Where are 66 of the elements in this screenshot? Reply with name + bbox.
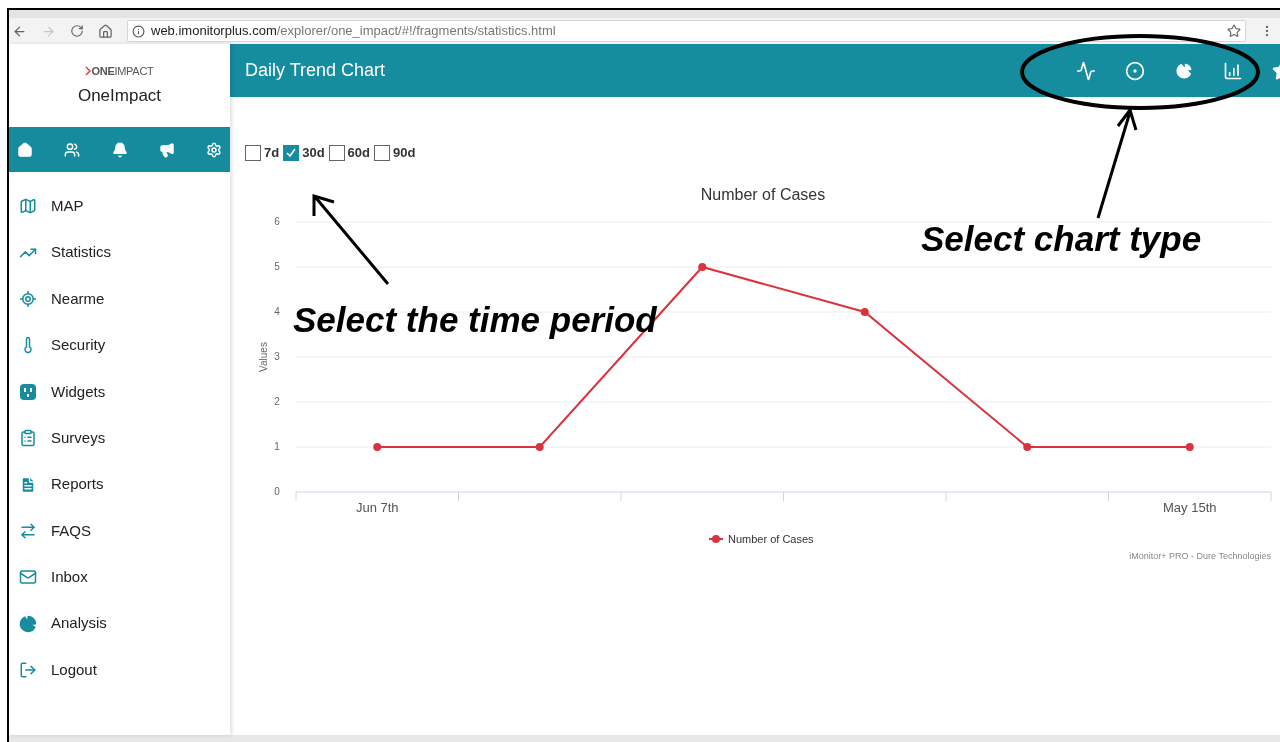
address-bar[interactable]: web.imonitorplus.com/explorer/one_impact/#!/fragments/statistics.html — [127, 20, 1246, 42]
outlet-icon — [19, 382, 37, 401]
logout-icon — [19, 661, 37, 680]
y-tick-label: 6 — [274, 215, 280, 227]
target-icon — [19, 289, 37, 308]
users-icon[interactable] — [64, 141, 81, 158]
period-checkbox[interactable]: 7d — [245, 143, 280, 163]
sidebar-item[interactable]: Surveys — [9, 414, 230, 462]
document-icon — [19, 475, 37, 494]
info-icon — [132, 24, 145, 38]
bell-icon[interactable] — [111, 141, 128, 158]
arrows-icon — [19, 521, 37, 540]
reload-icon[interactable] — [70, 24, 84, 38]
annotation-text: Select the time period — [293, 299, 657, 341]
bookmark-icon[interactable] — [1227, 24, 1241, 38]
sidebar-item[interactable]: Security — [9, 322, 230, 369]
legend-marker — [708, 534, 724, 543]
y-tick-label: 2 — [274, 395, 280, 407]
sidebar-item[interactable]: MAP — [9, 183, 230, 230]
data-point — [373, 442, 382, 451]
logo-text: ONEIMPACT — [91, 63, 154, 79]
sidebar-item[interactable]: FAQS — [9, 507, 230, 555]
y-tick-label: 3 — [274, 350, 280, 362]
app-name: OneImpact — [77, 85, 162, 107]
megaphone-icon[interactable] — [158, 141, 175, 158]
sidebar-item[interactable]: Statistics — [9, 229, 230, 276]
annotation-text: Select chart type — [921, 218, 1202, 260]
y-tick-label: 1 — [274, 440, 280, 452]
period-checkbox[interactable]: 60d — [328, 143, 370, 163]
chart-title: Number of Cases — [700, 185, 826, 203]
sidebar-item[interactable]: Inbox — [9, 554, 230, 601]
y-tick-label: 4 — [274, 305, 280, 317]
pie-chart-icon[interactable] — [1174, 60, 1194, 81]
url-text: web.imonitorplus.com/explorer/one_impact/#!/fragments/statistics.html — [151, 22, 556, 41]
legend-label: Number of Cases — [728, 532, 814, 545]
pie-chart-icon — [19, 614, 37, 633]
back-icon[interactable] — [12, 23, 27, 39]
data-point — [1185, 442, 1194, 451]
check-icon — [285, 146, 298, 159]
data-point — [1023, 442, 1032, 451]
line-chart-icon[interactable] — [1076, 60, 1096, 81]
sidebar-item[interactable]: Analysis — [9, 600, 230, 647]
donut-chart-icon[interactable] — [1125, 60, 1145, 81]
y-axis-label: Values — [258, 341, 269, 372]
map-icon — [19, 197, 37, 216]
sidebar-item[interactable]: Widgets — [9, 368, 230, 415]
home-icon[interactable] — [98, 23, 113, 39]
clipboard-icon — [19, 429, 37, 448]
sidebar-item[interactable]: Logout — [9, 646, 230, 694]
page-title: Daily Trend Chart — [245, 59, 386, 82]
data-point — [535, 442, 544, 451]
sidebar-item[interactable]: Reports — [9, 461, 230, 508]
mail-icon — [19, 568, 37, 587]
y-tick-label: 0 — [274, 485, 280, 497]
data-point — [698, 262, 707, 271]
period-checkbox[interactable]: 90d — [374, 143, 416, 163]
settings-icon[interactable] — [206, 141, 222, 158]
x-tick-label: May 15th — [1163, 499, 1217, 515]
period-checkbox[interactable]: 30d — [283, 143, 325, 163]
data-point — [860, 307, 869, 316]
y-tick-label: 5 — [274, 260, 280, 272]
chart-credits: iMonitor+ PRO - Dure Technologies — [1129, 550, 1271, 561]
bar-chart-icon[interactable] — [1223, 60, 1243, 81]
x-tick-label: Jun 7th — [355, 499, 399, 515]
logo-icon — [85, 65, 92, 76]
sidebar-item[interactable]: Nearme — [9, 275, 230, 323]
